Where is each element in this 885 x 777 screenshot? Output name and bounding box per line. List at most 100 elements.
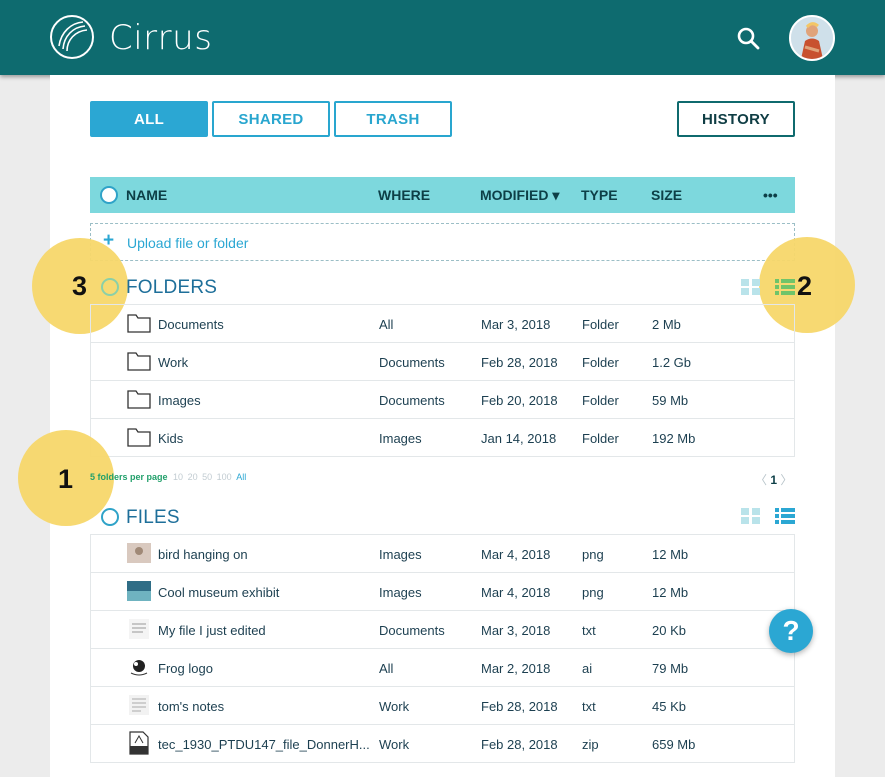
row-where: Documents	[379, 355, 445, 370]
table-row[interactable]: Work Documents Feb 28, 2018 Folder 1.2 G…	[91, 343, 794, 381]
history-button[interactable]: HISTORY	[677, 101, 795, 137]
table-row[interactable]: Kids Images Jan 14, 2018 Folder 192 Mb	[91, 419, 794, 457]
row-type: txt	[582, 699, 596, 714]
document-thumbnail-icon	[129, 695, 149, 715]
list-view-icon[interactable]	[775, 279, 795, 295]
tab-all[interactable]: ALL	[90, 101, 208, 137]
table-row[interactable]: Cool museum exhibit Images Mar 4, 2018 p…	[91, 573, 794, 611]
image-thumbnail-icon	[127, 543, 151, 563]
per-page-option[interactable]: 10	[173, 472, 183, 482]
prev-page-icon[interactable]: 〈	[755, 473, 767, 487]
folders-table: Documents All Mar 3, 2018 Folder 2 Mb Wo…	[90, 304, 795, 457]
row-size: 192 Mb	[652, 431, 696, 446]
row-where: All	[379, 661, 394, 676]
cad-file-icon	[129, 731, 149, 755]
row-name: Work	[158, 355, 189, 370]
row-name: tom's notes	[158, 699, 225, 714]
row-type: png	[582, 585, 604, 600]
files-table: bird hanging on Images Mar 4, 2018 png 1…	[90, 534, 795, 763]
row-type: png	[582, 547, 604, 562]
row-modified: Feb 20, 2018	[481, 393, 558, 408]
user-avatar[interactable]	[789, 15, 835, 61]
app-header: Cirrus	[0, 0, 885, 75]
frog-logo-icon	[130, 660, 148, 676]
row-size: 79 Mb	[652, 661, 689, 676]
per-page-all[interactable]: All	[236, 472, 246, 482]
list-view-icon[interactable]	[775, 508, 795, 524]
row-modified: Mar 3, 2018	[481, 623, 551, 638]
row-type: Folder	[582, 431, 619, 446]
row-size: 12 Mb	[652, 585, 689, 600]
select-files-checkbox[interactable]	[101, 508, 119, 526]
column-type[interactable]: TYPE	[581, 187, 618, 203]
row-modified: Jan 14, 2018	[481, 431, 557, 446]
row-name: bird hanging on	[158, 547, 248, 562]
per-page-option[interactable]: 50	[202, 472, 212, 482]
column-name[interactable]: NAME	[126, 187, 167, 203]
table-row[interactable]: My file I just edited Documents Mar 3, 2…	[91, 611, 794, 649]
grid-view-icon[interactable]	[741, 279, 761, 295]
row-size: 2 Mb	[652, 317, 681, 332]
row-modified: Mar 2, 2018	[481, 661, 551, 676]
row-type: ai	[582, 661, 593, 676]
folder-icon	[127, 428, 151, 447]
folder-icon	[127, 352, 151, 371]
row-type: Folder	[582, 355, 619, 370]
row-where: Images	[379, 547, 422, 562]
table-row[interactable]: tom's notes Work Feb 28, 2018 txt 45 Kb	[91, 687, 794, 725]
app-title: Cirrus	[109, 18, 213, 58]
row-where: Work	[379, 737, 410, 752]
row-type: Folder	[582, 393, 619, 408]
files-title: FILES	[126, 507, 180, 528]
folder-icon	[127, 314, 151, 333]
row-name: Images	[158, 393, 201, 408]
per-page-label: 5 folders per page	[90, 472, 168, 482]
column-size[interactable]: SIZE	[651, 187, 682, 203]
table-row[interactable]: Images Documents Feb 20, 2018 Folder 59 …	[91, 381, 794, 419]
row-modified: Feb 28, 2018	[481, 699, 558, 714]
select-folders-checkbox[interactable]	[101, 278, 119, 296]
help-button[interactable]: ?	[769, 609, 813, 653]
row-modified: Feb 28, 2018	[481, 355, 558, 370]
table-header: NAME WHERE MODIFIED ▾ TYPE SIZE •••	[90, 177, 795, 213]
column-where[interactable]: WHERE	[378, 187, 430, 203]
row-size: 659 Mb	[652, 737, 696, 752]
row-where: Documents	[379, 393, 445, 408]
current-page[interactable]: 1	[770, 473, 777, 487]
next-page-icon[interactable]: 〉	[780, 473, 792, 487]
per-page-option[interactable]: 100	[217, 472, 232, 482]
row-size: 12 Mb	[652, 547, 689, 562]
table-row[interactable]: Frog logo All Mar 2, 2018 ai 79 Mb	[91, 649, 794, 687]
row-where: Images	[379, 431, 422, 446]
per-page-option[interactable]: 20	[188, 472, 198, 482]
badge-number-2: 2	[797, 271, 813, 301]
tab-trash[interactable]: TRASH	[334, 101, 452, 137]
table-row[interactable]: Documents All Mar 3, 2018 Folder 2 Mb	[91, 305, 794, 343]
cirrus-logo-icon[interactable]	[49, 14, 95, 60]
image-thumbnail-icon	[127, 581, 151, 601]
row-where: Documents	[379, 623, 445, 638]
search-icon[interactable]	[736, 26, 760, 50]
table-row[interactable]: bird hanging on Images Mar 4, 2018 png 1…	[91, 535, 794, 573]
row-name: tec_1930_PTDU147_file_DonnerH...	[158, 737, 370, 752]
row-type: zip	[582, 737, 599, 752]
row-size: 45 Kb	[652, 699, 686, 714]
row-size: 59 Mb	[652, 393, 689, 408]
table-row[interactable]: tec_1930_PTDU147_file_DonnerH... Work Fe…	[91, 725, 794, 763]
more-options-icon[interactable]: •••	[763, 187, 778, 203]
per-page-selector: 5 folders per page 10 20 50 100 All	[90, 472, 246, 482]
row-where: Images	[379, 585, 422, 600]
folders-title: FOLDERS	[126, 277, 218, 298]
tab-shared[interactable]: SHARED	[212, 101, 330, 137]
row-modified: Mar 3, 2018	[481, 317, 551, 332]
grid-view-icon[interactable]	[741, 508, 761, 524]
badge-number-1: 1	[58, 464, 74, 494]
row-where: Work	[379, 699, 410, 714]
row-type: txt	[582, 623, 596, 638]
upload-dropzone[interactable]: + Upload file or folder	[90, 223, 795, 261]
select-all-checkbox[interactable]	[100, 186, 118, 204]
row-modified: Mar 4, 2018	[481, 585, 551, 600]
row-type: Folder	[582, 317, 619, 332]
row-where: All	[379, 317, 394, 332]
column-modified[interactable]: MODIFIED ▾	[480, 187, 559, 204]
